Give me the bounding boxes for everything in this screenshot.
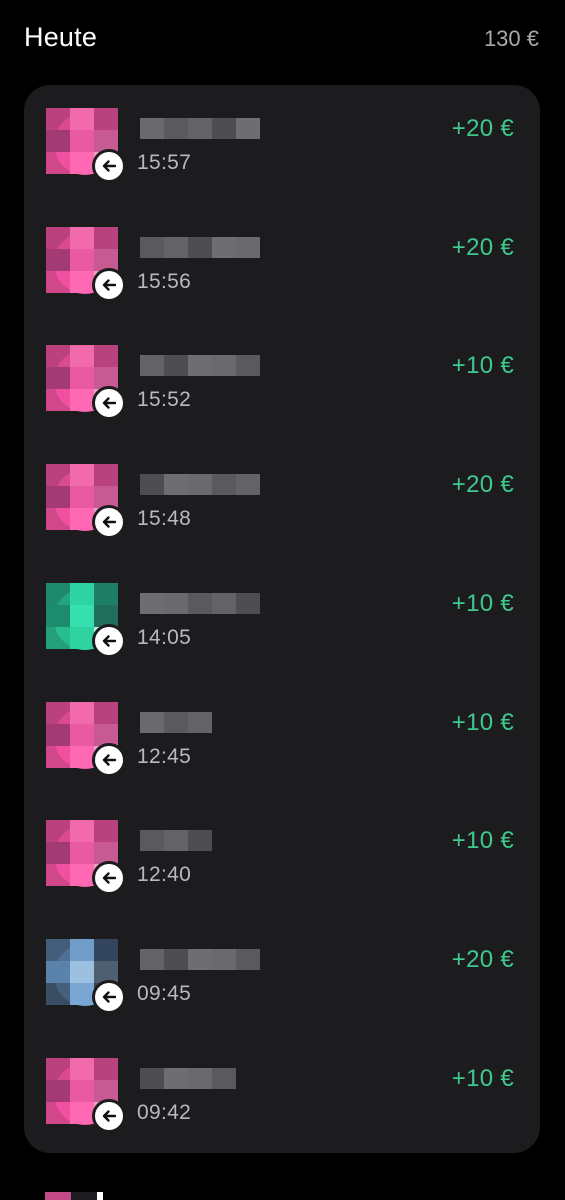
incoming-direction-badge [92, 979, 126, 1014]
arrow-left-icon [102, 635, 117, 647]
transaction-row[interactable]: 12:40 +10 € [24, 797, 540, 916]
arrow-left-icon [102, 397, 117, 410]
transaction-row[interactable]: 09:42 +10 € [24, 1035, 540, 1153]
incoming-direction-badge [92, 742, 126, 777]
counterparty-name-redacted [140, 355, 260, 377]
transaction-time: 09:42 [137, 1100, 192, 1124]
incoming-direction-badge [92, 386, 126, 421]
transaction-row[interactable]: 15:57 +20 € [24, 85, 540, 204]
counterparty-name-redacted [140, 1067, 236, 1089]
section-total: 130 € [483, 26, 539, 51]
transaction-amount: +20 € [451, 115, 514, 142]
incoming-direction-badge [92, 505, 126, 540]
counterparty-name-redacted [140, 118, 260, 139]
transaction-time: 09:45 [137, 981, 192, 1005]
counterparty-name-redacted [140, 474, 260, 496]
incoming-direction-badge [92, 861, 126, 896]
transaction-row[interactable]: 09:45 +20 € [24, 916, 540, 1035]
transaction-row[interactable]: 15:48 +20 € [24, 441, 540, 560]
incoming-direction-badge [92, 267, 126, 302]
transaction-time: 12:40 [137, 863, 192, 887]
transaction-amount: +20 € [451, 233, 514, 261]
arrow-left-icon [102, 991, 117, 1003]
counterparty-name-redacted [140, 592, 260, 614]
transaction-time: 15:52 [137, 388, 192, 412]
counterparty-name-redacted [140, 236, 260, 258]
incoming-direction-badge [92, 1098, 126, 1133]
section-header: Heute 130 € [0, 0, 565, 80]
incoming-direction-badge [92, 623, 126, 658]
transaction-time: 14:05 [137, 625, 192, 649]
transactions-card: 15:57 +20 € 15:56 +20 € 15:52 +10 € 15:48 +20 €… [24, 85, 540, 1153]
transaction-amount: +20 € [451, 945, 514, 973]
counterparty-name-redacted [140, 830, 212, 852]
transaction-amount: +10 € [451, 352, 514, 380]
transaction-time: 15:48 [137, 507, 192, 531]
transaction-amount: +10 € [451, 827, 514, 855]
transaction-time: 12:45 [137, 744, 192, 768]
counterparty-name-redacted [140, 948, 260, 970]
arrow-left-icon [102, 278, 117, 291]
arrow-left-icon [102, 516, 117, 528]
transaction-amount: +10 € [451, 589, 514, 617]
section-title: Heute [24, 22, 98, 52]
incoming-direction-badge [92, 149, 126, 183]
transaction-time: 15:56 [137, 269, 192, 293]
transaction-amount: +10 € [451, 1064, 514, 1092]
counterparty-name-redacted [140, 711, 212, 733]
arrow-left-icon [102, 753, 117, 766]
transaction-time: 15:57 [137, 151, 192, 174]
arrow-left-icon [102, 1109, 117, 1122]
arrow-left-icon [102, 872, 117, 884]
transaction-row[interactable]: 12:45 +10 € [24, 679, 540, 798]
next-section-peek [45, 1192, 125, 1200]
transaction-row[interactable]: 14:05 +10 € [24, 560, 540, 679]
arrow-left-icon [102, 160, 117, 172]
transaction-row[interactable]: 15:52 +10 € [24, 322, 540, 441]
transaction-amount: +20 € [451, 471, 514, 499]
transaction-row[interactable]: 15:56 +20 € [24, 204, 540, 323]
transaction-amount: +10 € [451, 708, 514, 736]
